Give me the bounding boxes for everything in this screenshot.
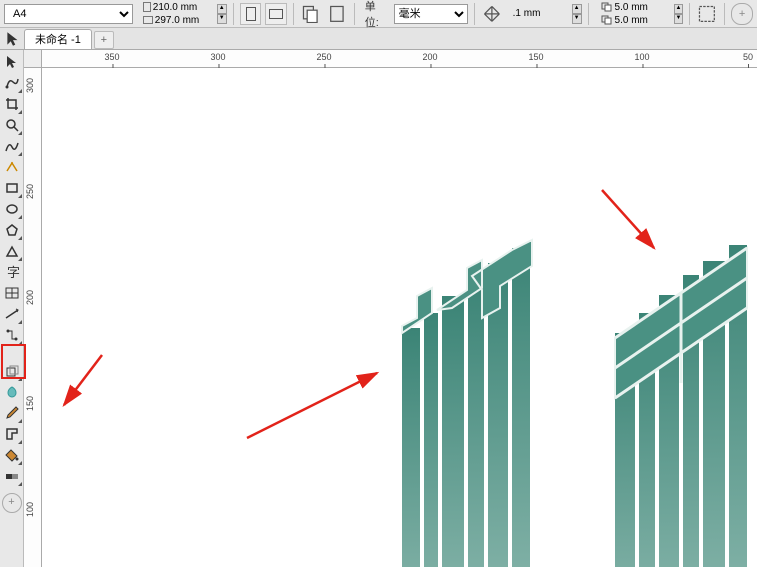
width-icon (143, 2, 151, 12)
ellipse-tool[interactable] (2, 199, 22, 219)
rectangle-tool[interactable] (2, 178, 22, 198)
page-height-input[interactable] (155, 14, 213, 26)
crop-tool[interactable] (2, 94, 22, 114)
nudge-spinner[interactable]: ▲▼ (572, 4, 582, 24)
ruler-h-tick: 50 (743, 52, 753, 62)
dup-x-input[interactable] (615, 1, 670, 13)
nudge-input[interactable] (513, 8, 568, 20)
orientation-landscape-button[interactable] (265, 3, 287, 25)
dup-y-input[interactable] (615, 14, 670, 26)
pick-tool-corner-icon[interactable] (4, 30, 22, 48)
artwork-glyph-right (597, 213, 757, 567)
options-plus-button[interactable]: + (731, 3, 753, 25)
basic-shapes-tool[interactable] (2, 241, 22, 261)
effects-tool[interactable] (2, 361, 22, 381)
outline-tool[interactable] (2, 424, 22, 444)
dup-spinner[interactable]: ▲▼ (674, 4, 684, 24)
dup-x-icon (601, 2, 613, 12)
treat-as-filled-button[interactable] (696, 3, 718, 25)
unit-label: 单位: (365, 0, 390, 30)
ruler-v-tick: 200 (25, 290, 35, 305)
page-dim-spinner[interactable]: ▲▼ (217, 4, 227, 24)
zoom-tool[interactable] (2, 115, 22, 135)
artwork-glyph-left (382, 218, 552, 567)
shape-tool[interactable] (2, 73, 22, 93)
document-tab[interactable]: 未命名 -1 (24, 29, 92, 49)
unit-select[interactable]: 毫米 (394, 4, 468, 24)
eyedropper-tool[interactable] (2, 403, 22, 423)
ruler-origin[interactable] (24, 50, 42, 68)
add-tab-button[interactable]: + (94, 31, 114, 49)
apply-all-pages-button[interactable] (300, 3, 322, 25)
ruler-h-tick: 200 (422, 52, 437, 62)
nudge-icon (481, 3, 503, 25)
ruler-h-tick: 300 (210, 52, 225, 62)
page-size-select[interactable]: A4 (4, 4, 133, 24)
interactive-fill-tool[interactable] (2, 466, 22, 486)
toolbox: 字+ (0, 50, 24, 567)
orientation-portrait-button[interactable] (240, 3, 262, 25)
ruler-h-tick: 250 (316, 52, 331, 62)
connector-tool[interactable] (2, 325, 22, 345)
horizontal-ruler[interactable]: 350 300 250 200 150 100 50 (42, 50, 757, 68)
ruler-h-tick: 100 (634, 52, 649, 62)
height-icon (143, 16, 153, 24)
transparency-tool[interactable] (2, 382, 22, 402)
polygon-tool[interactable] (2, 220, 22, 240)
fill-tool[interactable] (2, 445, 22, 465)
ruler-h-tick: 150 (528, 52, 543, 62)
document-tab-strip: 未命名 -1 + (0, 28, 757, 50)
pick-tool[interactable] (2, 52, 22, 72)
page-width-input[interactable] (153, 1, 211, 13)
ruler-v-tick: 100 (25, 502, 35, 517)
vertical-ruler[interactable]: 300 250 200 150 100 (24, 68, 42, 567)
smart-draw-tool[interactable] (2, 157, 22, 177)
page-dimensions (143, 1, 213, 26)
dup-y-icon (601, 15, 613, 25)
ruler-v-tick: 250 (25, 184, 35, 199)
table-tool[interactable] (2, 283, 22, 303)
freehand-tool[interactable] (2, 136, 22, 156)
duplicate-distance (601, 1, 670, 26)
ruler-h-tick: 350 (104, 52, 119, 62)
ruler-v-tick: 150 (25, 396, 35, 411)
workspace: 350 300 250 200 150 100 50 300 250 200 150 100 (24, 50, 757, 567)
toolbox-add-button[interactable]: + (2, 493, 22, 513)
text-tool[interactable]: 字 (2, 262, 22, 282)
apply-current-page-button[interactable] (326, 3, 348, 25)
svg-text:字: 字 (7, 265, 20, 280)
dimension-tool[interactable] (2, 304, 22, 324)
property-bar: A4 ▲▼ 单位: 毫米 ▲▼ (0, 0, 757, 28)
drawing-canvas[interactable] (42, 68, 757, 567)
ruler-v-tick: 300 (25, 78, 35, 93)
